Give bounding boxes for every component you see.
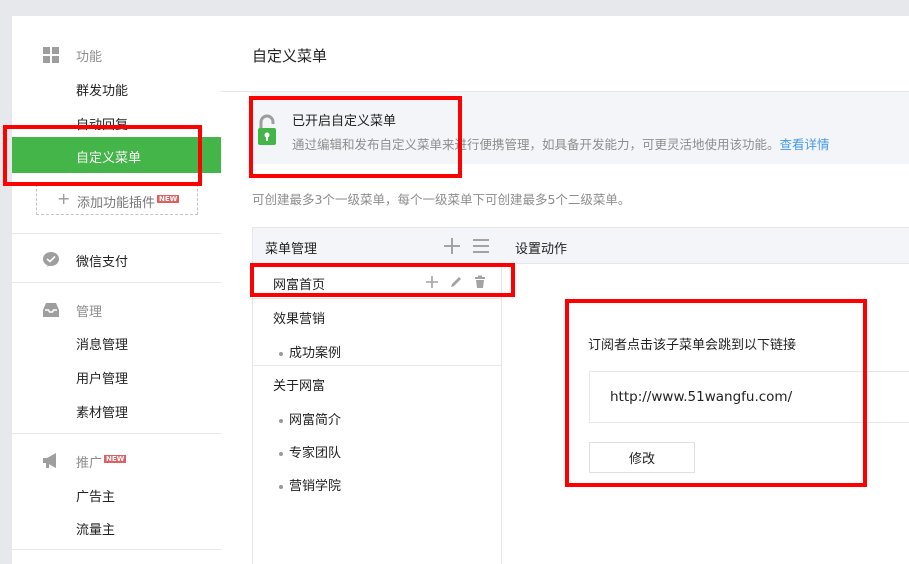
bullet-dot: [279, 484, 283, 489]
view-details-link[interactable]: 查看详情: [780, 137, 830, 152]
sidebar-item-materials[interactable]: 素材管理: [76, 402, 128, 421]
submenu-item-team[interactable]: 专家团队: [279, 442, 341, 461]
sort-menu-icon[interactable]: [472, 237, 490, 255]
sidebar-section-title: 管理: [76, 305, 103, 320]
sidebar-item-users[interactable]: 用户管理: [76, 368, 128, 387]
sidebar-item-publisher[interactable]: 流量主: [76, 519, 115, 538]
annotation-box-notice: [249, 96, 462, 178]
annotation-box-menu-item: [250, 263, 515, 297]
sidebar-section-function: 功能: [12, 45, 221, 65]
sidebar-section-title: 微信支付: [76, 255, 129, 270]
inbox-icon: [43, 303, 59, 317]
sidebar-section-promotion: 推广 NEW: [12, 451, 221, 471]
sidebar-section-wechat-pay[interactable]: 微信支付: [12, 250, 221, 270]
divider: [12, 282, 221, 283]
menu-item-about[interactable]: 关于网富: [273, 375, 325, 394]
menu-panel-header: 菜单管理: [253, 228, 503, 264]
sidebar-section-title: 推广 NEW: [76, 455, 127, 471]
submenu-item-intro[interactable]: 网富简介: [279, 409, 341, 428]
add-plugin-button[interactable]: + 添加功能插件 NEW: [36, 184, 198, 215]
new-badge: NEW: [157, 195, 180, 203]
plus-icon: +: [57, 189, 71, 208]
divider: [12, 233, 221, 234]
menu-item-marketing[interactable]: 效果营销: [273, 308, 325, 327]
bullet-dot: [279, 451, 283, 456]
sidebar-item-messages[interactable]: 消息管理: [76, 334, 128, 353]
bullet-dot: [279, 351, 283, 356]
bullet-dot: [279, 418, 283, 423]
page-title: 自定义菜单: [252, 47, 328, 65]
add-plugin-label: 添加功能插件 NEW: [77, 195, 180, 211]
action-panel-title: 设置动作: [515, 242, 568, 257]
grid-icon: [43, 47, 59, 63]
divider: [253, 365, 501, 366]
annotation-box-action: [565, 299, 867, 487]
add-menu-icon[interactable]: [443, 237, 461, 255]
sidebar: 功能 群发功能 自动回复 自定义菜单 + 添加功能插件 NEW 微信支付 管理 消…: [12, 16, 221, 564]
submenu-item-academy[interactable]: 营销学院: [279, 475, 341, 494]
submenu-item-cases[interactable]: 成功案例: [279, 342, 341, 361]
action-panel-header: 设置动作: [502, 228, 909, 264]
megaphone-icon: [43, 453, 56, 468]
sidebar-section-manage: 管理: [12, 300, 221, 320]
sidebar-item-mass-send[interactable]: 群发功能: [76, 80, 128, 99]
divider: [253, 298, 501, 299]
menu-limit-info: 可创建最多3个一级菜单，每个一级菜单下可创建最多5个二级菜单。: [252, 192, 631, 207]
divider: [12, 433, 221, 434]
wechat-pay-icon: [43, 252, 59, 267]
annotation-box-custom-menu: [3, 125, 202, 186]
sidebar-section-title: 功能: [76, 50, 103, 65]
menu-panel-title: 菜单管理: [265, 242, 318, 257]
sidebar-item-advertiser[interactable]: 广告主: [76, 486, 115, 505]
new-badge: NEW: [104, 455, 127, 463]
divider: [12, 549, 221, 550]
